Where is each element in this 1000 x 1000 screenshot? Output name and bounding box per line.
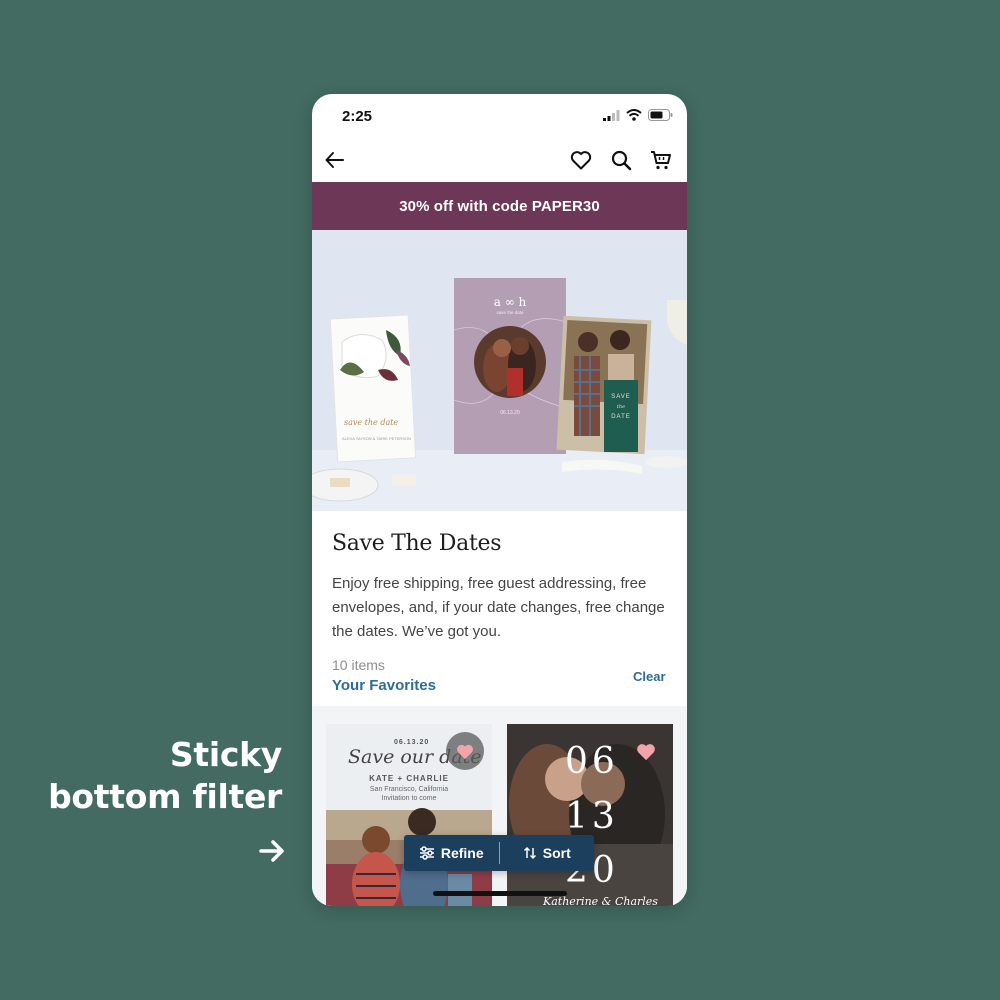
hero-illustration: save the date ALEXA TAYSON & TARIK PETER… — [312, 230, 687, 511]
hero-left-card-script: save the date — [344, 418, 398, 427]
product-date: 06.13.20 — [394, 739, 430, 746]
product-location-line-2: Invitation to come — [381, 795, 437, 802]
status-time: 2:25 — [342, 108, 373, 125]
clear-link[interactable]: Clear — [633, 669, 666, 684]
product-location-line-1: San Francisco, California — [369, 786, 449, 793]
product-signature: Katherine & Charles — [543, 895, 658, 906]
search-icon[interactable] — [609, 148, 633, 172]
favorite-button[interactable] — [627, 732, 665, 770]
product-date-line-1: 06 — [565, 741, 619, 782]
battery-icon — [648, 109, 673, 121]
signal-icon — [603, 109, 620, 121]
annotation-line-1: Sticky — [169, 735, 282, 774]
hero-center-monogram: a ∞ h — [494, 295, 527, 309]
product-card[interactable]: 06.13.20 Save our date KATE + CHARLIE Sa… — [326, 724, 492, 906]
page-title: Save The Dates — [332, 531, 502, 556]
promo-banner[interactable]: 30% off with code PAPER30 — [312, 182, 687, 230]
category-description: Enjoy free shipping, free guest addressi… — [332, 575, 665, 640]
hero-image: save the date ALEXA TAYSON & TARIK PETER… — [312, 230, 687, 511]
favorite-button[interactable] — [446, 732, 484, 770]
status-bar: 2:25 — [312, 94, 687, 138]
hero-right-line-2: the — [617, 404, 625, 410]
sort-button[interactable]: Sort — [500, 835, 595, 871]
product-card[interactable]: 06 13 20 Katherine & Charles — [507, 724, 673, 906]
product-names: KATE + CHARLIE — [369, 774, 449, 783]
refine-label: Refine — [440, 845, 484, 861]
refine-button[interactable]: Refine — [404, 835, 499, 871]
arrow-left-icon[interactable] — [323, 148, 347, 172]
your-favorites-link[interactable]: Your Favorites — [332, 677, 436, 694]
product-location: San Francisco, California Invitation to … — [326, 785, 492, 803]
sort-label: Sort — [542, 845, 571, 861]
nav-bar — [312, 138, 687, 182]
sort-arrows-icon — [523, 846, 536, 860]
phone-screen: 2:25 30% off with code PAPER30 save the … — [312, 94, 687, 906]
wifi-icon — [626, 109, 642, 121]
heart-icon — [637, 744, 655, 761]
heart-icon — [457, 744, 473, 760]
arrow-right-icon — [259, 840, 284, 862]
hero-center-date: 06.13.20 — [500, 410, 520, 416]
hero-right-line-3: DATE — [611, 414, 631, 420]
hero-left-card-names: ALEXA TAYSON & TARIK PETERSON — [342, 436, 411, 441]
cart-icon[interactable] — [649, 148, 673, 172]
sticky-filter-bar: Refine Sort — [404, 835, 594, 871]
sliders-icon — [419, 846, 434, 860]
annotation-text: Sticky bottom filter — [48, 734, 282, 818]
annotation-line-2: bottom filter — [48, 777, 282, 816]
home-indicator[interactable] — [433, 891, 567, 896]
hero-center-subtitle: save the date — [496, 310, 524, 315]
product-date-line-2: 13 — [565, 796, 619, 837]
hero-right-line-1: SAVE — [611, 394, 631, 400]
item-count: 10 items — [332, 657, 385, 673]
heart-icon[interactable] — [569, 148, 593, 172]
